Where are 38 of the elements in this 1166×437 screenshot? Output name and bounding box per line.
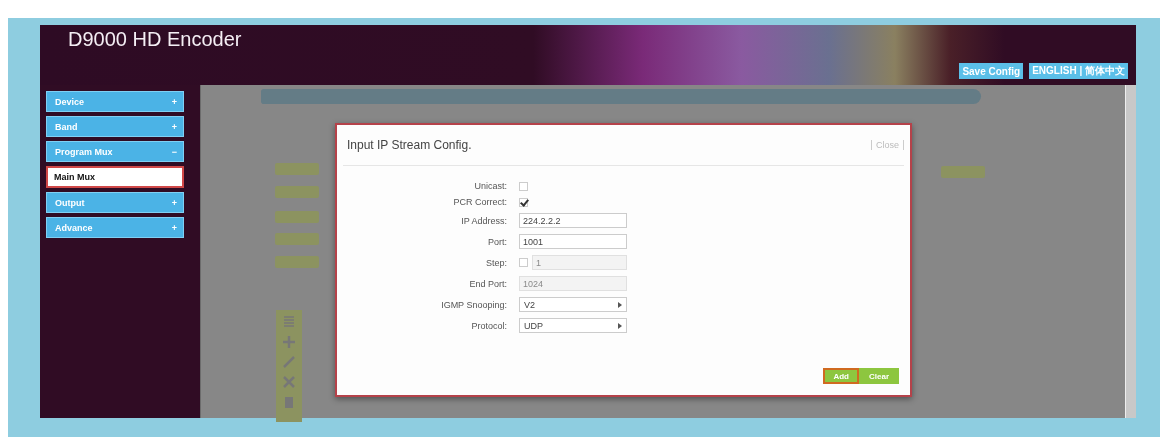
menu-item[interactable]: Program Mux − xyxy=(46,141,184,162)
app-title: D9000 HD Encoder xyxy=(68,28,242,51)
dialog-title: Input IP Stream Config. xyxy=(347,138,472,152)
field-label: Port: xyxy=(488,236,507,247)
menu-item[interactable]: Device + xyxy=(46,91,184,112)
checkbox[interactable] xyxy=(519,181,528,191)
dialog-button[interactable]: Add xyxy=(823,368,859,384)
checkbox[interactable] xyxy=(519,197,528,207)
input-field[interactable]: 1001 xyxy=(519,234,627,249)
dimmed-button[interactable] xyxy=(275,211,319,223)
language-link[interactable]: ENGLISH | 简体中文 xyxy=(1029,63,1128,79)
field-label: PCR Correct: xyxy=(453,197,507,207)
close-icon[interactable] xyxy=(281,374,297,390)
dialog-button[interactable]: Clear xyxy=(859,368,899,384)
dimmed-button[interactable] xyxy=(275,256,319,268)
field-label: Unicast: xyxy=(474,181,507,191)
select-field[interactable]: V2 xyxy=(519,297,627,312)
caret-icon xyxy=(618,322,622,329)
field-label: IP Address: xyxy=(461,215,507,226)
input-field[interactable]: 224.2.2.2 xyxy=(519,213,627,228)
field-label: Step: xyxy=(486,257,507,268)
dimmed-button[interactable] xyxy=(275,233,319,245)
save-config-button[interactable]: Save Config xyxy=(959,63,1024,79)
menu-item[interactable]: Advance + xyxy=(46,217,184,238)
caret-icon xyxy=(618,301,622,308)
scrollbar[interactable] xyxy=(1125,85,1136,418)
field-label: End Port: xyxy=(469,278,507,289)
select-field[interactable]: UDP xyxy=(519,318,627,333)
plus-icon[interactable] xyxy=(281,334,297,350)
submenu-item[interactable]: Main Mux xyxy=(46,166,184,188)
field-label: Protocol: xyxy=(471,320,507,331)
dimmed-button[interactable] xyxy=(941,166,985,178)
menu-item[interactable]: Band + xyxy=(46,116,184,137)
menu-item[interactable]: Output + xyxy=(46,192,184,213)
pencil-icon[interactable] xyxy=(281,354,297,370)
field-label: IGMP Snooping: xyxy=(441,299,507,310)
dimmed-button[interactable] xyxy=(275,163,319,175)
dimmed-button[interactable] xyxy=(275,186,319,198)
